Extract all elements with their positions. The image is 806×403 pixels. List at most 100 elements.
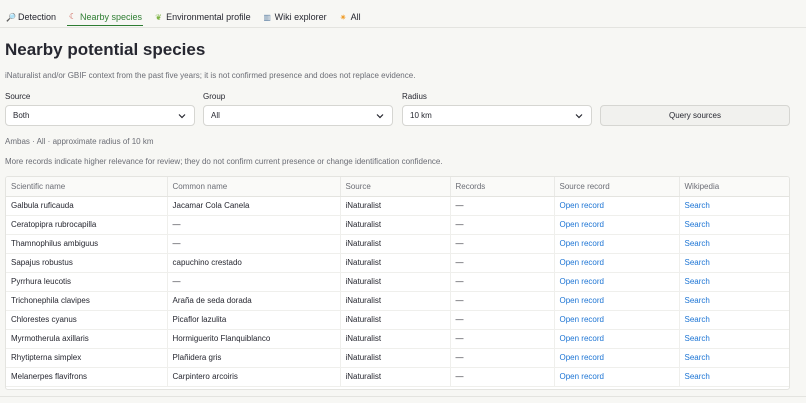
wikipedia-search-link[interactable]: Search [679, 329, 789, 349]
table-cell: Myrmotherula axillaris [6, 329, 168, 349]
table-cell: iNaturalist [340, 234, 451, 254]
table-cell: capuchino crestado [167, 253, 341, 273]
wikipedia-search-link[interactable]: Search [679, 291, 789, 311]
tab-bar-divider [0, 27, 806, 28]
open-record-link[interactable]: Open record [554, 215, 680, 235]
table-cell: Carpintero arcoiris [167, 367, 341, 387]
tab-label: Wiki explorer [274, 12, 327, 22]
wikipedia-search-link[interactable]: Search [679, 367, 789, 387]
group-select-value: All [211, 111, 220, 120]
books-icon: ▥ [263, 12, 271, 22]
group-select[interactable]: All [203, 105, 393, 126]
table-cell: — [450, 329, 555, 349]
table-cell: — [167, 215, 341, 235]
chevron-down-icon [574, 111, 584, 121]
open-record-link[interactable]: Open record [554, 329, 680, 349]
tab-label: All [350, 12, 361, 22]
table-cell: Plañidera gris [167, 348, 341, 368]
column-header[interactable]: Source record [554, 177, 680, 197]
column-header[interactable]: Records [450, 177, 555, 197]
table-cell: — [450, 272, 555, 292]
table-cell: iNaturalist [340, 291, 451, 311]
table-cell: Melanerpes flavifrons [6, 367, 168, 387]
table-cell: iNaturalist [340, 367, 451, 387]
relevance-note: More records indicate higher relevance f… [5, 157, 443, 166]
table-cell: Galbula ruficauda [6, 196, 168, 216]
wikipedia-search-link[interactable]: Search [679, 234, 789, 254]
table-row: Rhytipterna simplex Plañidera gris iNatura… [6, 348, 789, 368]
open-record-link[interactable]: Open record [554, 310, 680, 330]
table-row: Trichonephila clavipes Araña de seda dora… [6, 291, 789, 311]
table-cell: iNaturalist [340, 272, 451, 292]
table-row: Chlorestes cyanus Picaflor lazulita iNatur… [6, 310, 789, 330]
table-cell: iNaturalist [340, 196, 451, 216]
species-table: Scientific name Common name Source Records S… [5, 176, 790, 390]
table-row: Thamnophilus ambiguus — iNaturalist — Open r… [6, 234, 789, 254]
table-cell: Thamnophilus ambiguus [6, 234, 168, 254]
table-cell: iNaturalist [340, 253, 451, 273]
table-row: Myrmotherula axillaris Hormiguerito Flanq… [6, 329, 789, 349]
moon-icon: ☾ [68, 12, 77, 21]
open-record-link[interactable]: Open record [554, 272, 680, 292]
column-header[interactable]: Common name [167, 177, 341, 197]
table-row: Pyrrhura leucotis — iNaturalist — Open recor… [6, 272, 789, 292]
table-cell: iNaturalist [340, 215, 451, 235]
table-cell: — [450, 348, 555, 368]
tab-environmental-profile[interactable]: ❦ Environmental profile [153, 8, 252, 26]
query-summary: Ambas · All · approximate radius of 10 k… [5, 137, 154, 146]
query-sources-button[interactable]: Query sources [600, 105, 790, 126]
bottom-divider [0, 396, 806, 397]
wikipedia-search-link[interactable]: Search [679, 310, 789, 330]
table-cell: iNaturalist [340, 310, 451, 330]
column-header[interactable]: Scientific name [6, 177, 168, 197]
tab-nearby-species[interactable]: ☾ Nearby species [67, 8, 144, 26]
table-cell: Trichonephila clavipes [6, 291, 168, 311]
table-cell: Ceratopipra rubrocapilla [6, 215, 168, 235]
table-cell: Hormiguerito Flanquiblanco [167, 329, 341, 349]
table-row: Melanerpes flavifrons Carpintero arcoiris… [6, 367, 789, 387]
tab-bar: 🔎 Detection ☾ Nearby species ❦ Environmental … [5, 8, 362, 28]
tab-label: Nearby species [80, 11, 143, 22]
wikipedia-search-link[interactable]: Search [679, 196, 789, 216]
table-cell: — [450, 234, 555, 254]
wikipedia-search-link[interactable]: Search [679, 215, 789, 235]
open-record-link[interactable]: Open record [554, 196, 680, 216]
source-select[interactable]: Both [5, 105, 195, 126]
open-record-link[interactable]: Open record [554, 291, 680, 311]
radius-label: Radius [402, 92, 427, 101]
chevron-down-icon [375, 111, 385, 121]
page-subtitle: iNaturalist and/or GBIF context from the… [5, 71, 416, 80]
table-cell: — [167, 272, 341, 292]
open-record-link[interactable]: Open record [554, 348, 680, 368]
table-cell: — [450, 310, 555, 330]
table-cell: Pyrrhura leucotis [6, 272, 168, 292]
chevron-down-icon [177, 111, 187, 121]
table-cell: Sapajus robustus [6, 253, 168, 273]
table-cell: Picaflor lazulita [167, 310, 341, 330]
table-cell: — [450, 367, 555, 387]
column-header[interactable]: Wikipedia [679, 177, 789, 197]
column-header[interactable]: Source [340, 177, 451, 197]
table-cell: — [167, 234, 341, 254]
open-record-link[interactable]: Open record [554, 253, 680, 273]
open-record-link[interactable]: Open record [554, 234, 680, 254]
open-record-link[interactable]: Open record [554, 367, 680, 387]
table-cell: Rhytipterna simplex [6, 348, 168, 368]
wikipedia-search-link[interactable]: Search [679, 272, 789, 292]
tab-wiki-explorer[interactable]: ▥ Wiki explorer [262, 8, 328, 26]
table-cell: Jacamar Cola Canela [167, 196, 341, 216]
tab-label: Detection [18, 12, 57, 22]
table-row: Galbula ruficauda Jacamar Cola Canela iNat… [6, 196, 789, 216]
table-row: Ceratopipra rubrocapilla — iNaturalist — Ope… [6, 215, 789, 235]
table-cell: Araña de seda dorada [167, 291, 341, 311]
tab-detection[interactable]: 🔎 Detection [5, 8, 57, 26]
wikipedia-search-link[interactable]: Search [679, 348, 789, 368]
magnifier-icon: 🔎 [6, 12, 16, 22]
leaf-icon: ❦ [155, 12, 162, 22]
wikipedia-search-link[interactable]: Search [679, 253, 789, 273]
table-cell: — [450, 291, 555, 311]
radius-select[interactable]: 10 km [402, 105, 592, 126]
tab-all[interactable]: ✷ All [338, 8, 362, 26]
table-cell: Chlorestes cyanus [6, 310, 168, 330]
table-row: Sapajus robustus capuchino crestado iNatur… [6, 253, 789, 273]
